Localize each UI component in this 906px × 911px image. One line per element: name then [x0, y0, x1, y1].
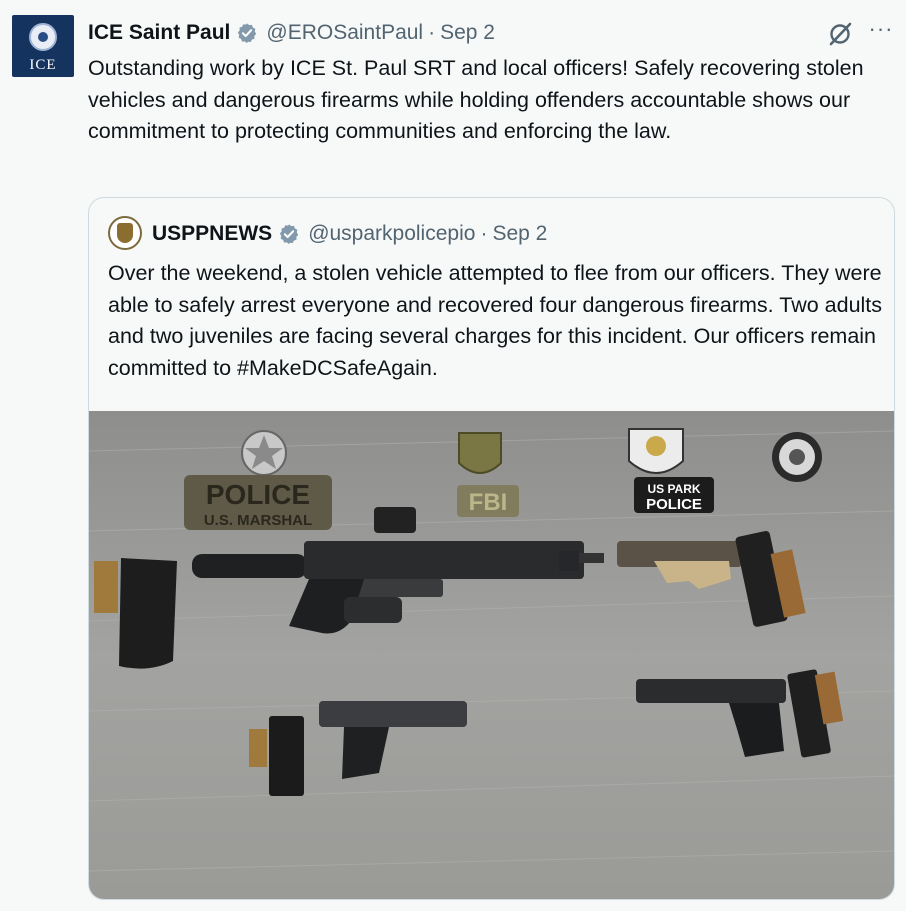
quoted-handle[interactable]: @usparkpolicepio: [308, 222, 475, 246]
round-patch: [772, 432, 822, 482]
separator: ·: [428, 21, 436, 44]
more-icon[interactable]: ···: [866, 16, 896, 46]
avatar[interactable]: ICE: [12, 15, 74, 77]
star-badge: [241, 430, 287, 476]
quoted-avatar[interactable]: [108, 216, 142, 250]
quoted-header: USPPNEWS @usparkpolicepio · Sep 2: [152, 219, 547, 249]
svg-text:POLICE: POLICE: [646, 496, 702, 513]
display-name[interactable]: ICE Saint Paul: [88, 21, 230, 45]
dhs-seal-icon: [29, 23, 57, 51]
separator: ·: [480, 222, 488, 245]
timestamp[interactable]: Sep 2: [440, 21, 495, 45]
verified-badge-icon: [238, 23, 257, 44]
quoted-display-name[interactable]: USPPNEWS: [152, 222, 272, 246]
quoted-tweet[interactable]: USPPNEWS @usparkpolicepio · Sep 2 Over t…: [88, 197, 895, 900]
tweet-header: ICE Saint Paul @EROSaintPaul · Sep 2: [88, 18, 495, 48]
grok-icon[interactable]: [826, 20, 854, 48]
verified-badge-icon: [280, 224, 299, 245]
tweet[interactable]: ICE ICE Saint Paul @EROSaintPaul · Sep 2…: [0, 0, 906, 911]
svg-text:US PARK: US PARK: [647, 482, 700, 496]
avatar-label: ICE: [29, 57, 57, 73]
svg-text:U.S. MARSHAL: U.S. MARSHAL: [204, 512, 312, 529]
handle[interactable]: @EROSaintPaul: [266, 21, 423, 45]
police-marshal-patch: POLICE U.S. MARSHAL: [184, 475, 332, 530]
quoted-text: Over the weekend, a stolen vehicle attem…: [108, 261, 883, 380]
svg-text:POLICE: POLICE: [206, 479, 310, 510]
quoted-timestamp[interactable]: Sep 2: [492, 222, 547, 246]
svg-text:FBI: FBI: [469, 489, 508, 516]
seized-firearms-photo[interactable]: POLICE U.S. MARSHAL FBI US PARK POLICE: [89, 411, 895, 900]
tweet-text: Outstanding work by ICE St. Paul SRT and…: [88, 56, 864, 143]
